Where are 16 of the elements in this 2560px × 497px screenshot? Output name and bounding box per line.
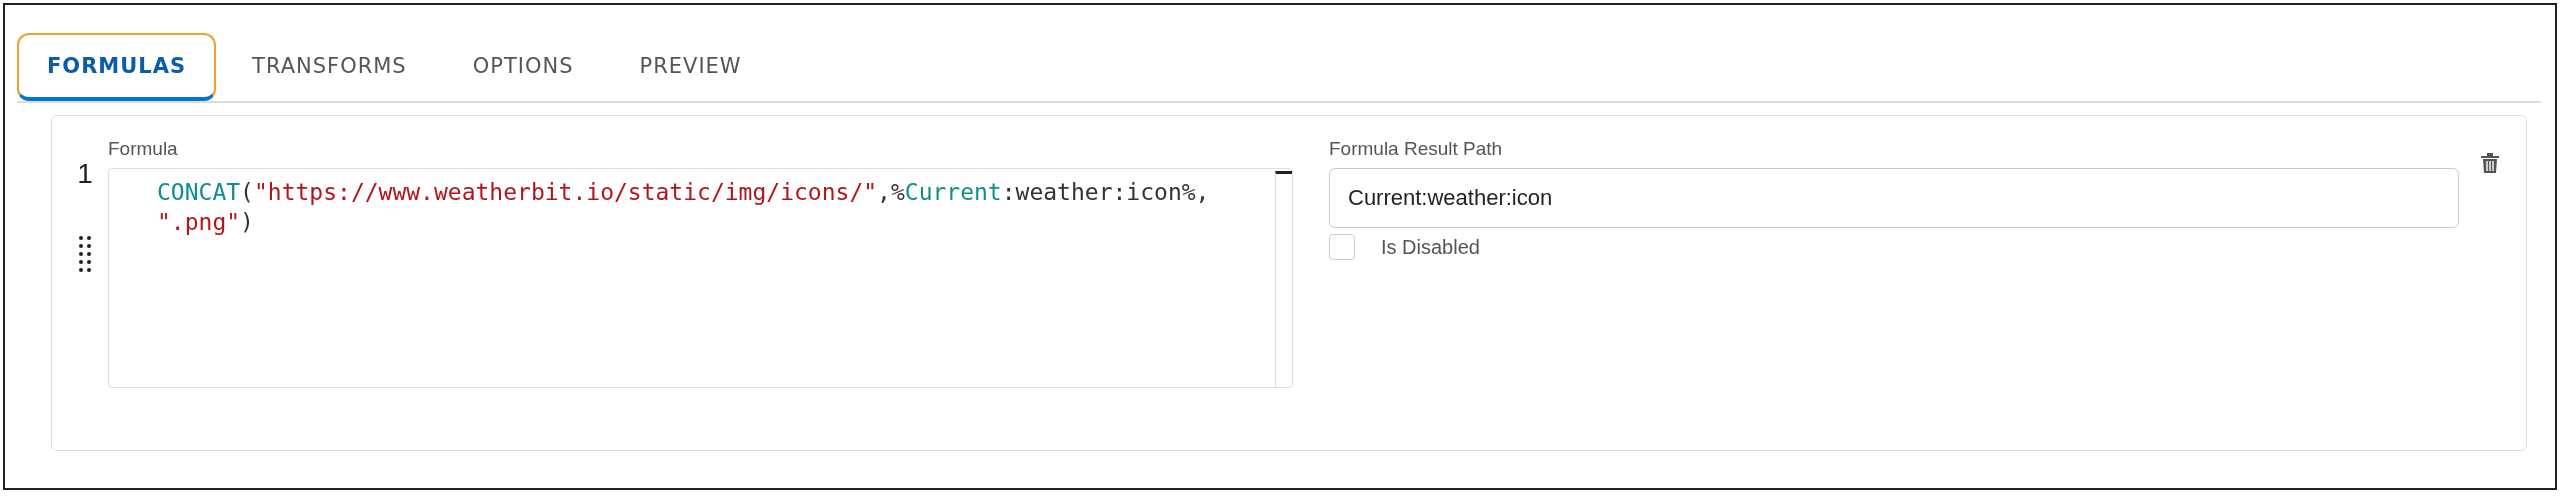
- tab[interactable]: OPTIONS: [442, 33, 604, 101]
- code-editor[interactable]: CONCAT("https://www.weatherbit.io/static/img/icons/",%Current:weather:icon%, ".png"): [108, 168, 1293, 388]
- tab[interactable]: TRANSFORMS: [222, 33, 437, 101]
- field-label: Formula Result Path: [1329, 138, 1504, 160]
- checkbox[interactable]: [1329, 234, 1355, 260]
- field-label: Formula: [108, 138, 179, 160]
- result-path-field[interactable]: Current:weather:icon: [1329, 168, 2459, 228]
- delete-icon[interactable]: [2480, 152, 2500, 174]
- checkbox-label: Is Disabled: [1381, 235, 1480, 259]
- scrollbar[interactable]: [1275, 171, 1292, 387]
- code-line: CONCAT("https://www.weatherbit.io/static/img/icons/",%Current:weather:icon%,: [157, 178, 1211, 207]
- tab[interactable]: PREVIEW: [609, 33, 772, 101]
- code-line: ".png"): [157, 208, 255, 237]
- row-number: 1: [77, 158, 93, 190]
- drag-handle-icon[interactable]: [78, 234, 92, 274]
- tab[interactable]: FORMULAS: [17, 33, 217, 101]
